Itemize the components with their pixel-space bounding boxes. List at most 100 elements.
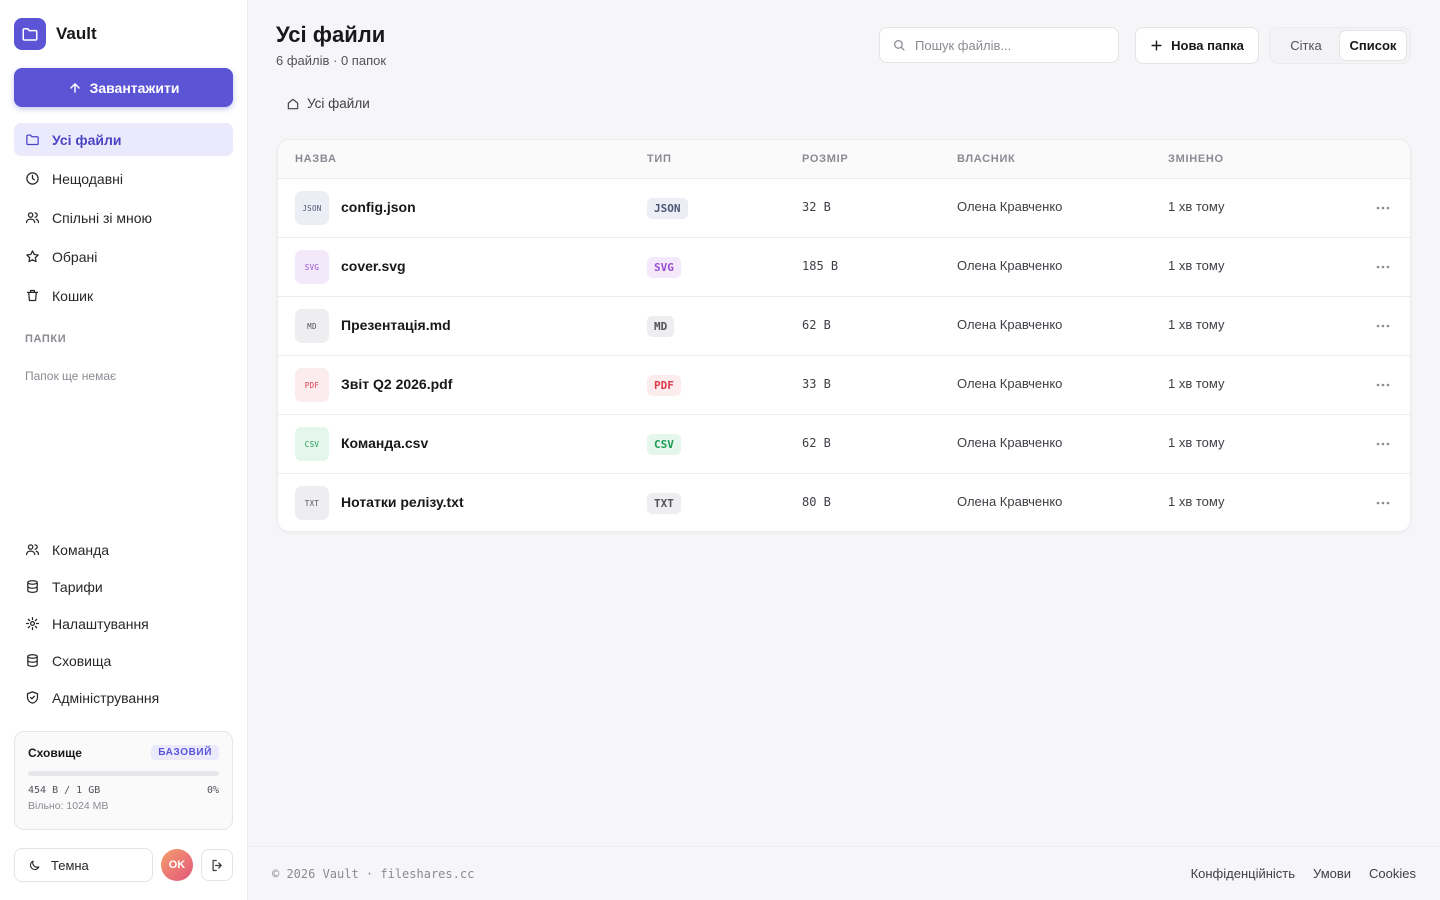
- upload-label: Завантажити: [89, 79, 180, 96]
- table-row[interactable]: JSON config.json JSON 32 B Олена Кравчен…: [278, 179, 1410, 238]
- nav-item-starred[interactable]: Обрані: [14, 240, 233, 273]
- table-row[interactable]: MD Презентація.md MD 62 B Олена Кравченк…: [278, 297, 1410, 356]
- gear-icon: [25, 616, 40, 631]
- nav-item-settings[interactable]: Налаштування: [14, 608, 233, 639]
- column-owner[interactable]: ВЛАСНИК: [957, 153, 1015, 165]
- more-horizontal-icon: [1376, 265, 1390, 269]
- type-badge: MD: [647, 316, 675, 337]
- nav-label: Команда: [52, 541, 110, 558]
- table-row[interactable]: CSV Команда.csv CSV 62 B Олена Кравченко…: [278, 415, 1410, 474]
- file-type-icon: MD: [295, 309, 329, 343]
- file-type-icon: CSV: [295, 427, 329, 461]
- type-badge: JSON: [647, 198, 688, 219]
- storage-progress-bar: [28, 771, 219, 776]
- more-actions-button[interactable]: [1366, 493, 1400, 513]
- file-name[interactable]: config.json: [341, 199, 416, 215]
- logout-icon: [212, 859, 222, 871]
- nav-item-shared[interactable]: Спільні зі мною: [14, 201, 233, 234]
- database-icon: [27, 654, 38, 667]
- type-badge: CSV: [647, 434, 681, 455]
- secondary-nav: Команда Тарифи Налаштування Сховища Адмі…: [14, 534, 233, 719]
- nav-item-all-files[interactable]: Усі файли: [14, 123, 233, 156]
- clock-icon: [26, 172, 39, 185]
- file-size: 62 B: [802, 318, 831, 332]
- file-modified: 1 хв тому: [1168, 435, 1225, 450]
- column-type[interactable]: ТИП: [647, 153, 672, 165]
- column-name[interactable]: НАЗВА: [295, 153, 337, 165]
- file-modified: 1 хв тому: [1168, 258, 1225, 273]
- more-actions-button[interactable]: [1366, 198, 1400, 218]
- type-badge: SVG: [647, 257, 681, 278]
- file-modified: 1 хв тому: [1168, 376, 1225, 391]
- file-type-icon: SVG: [295, 250, 329, 284]
- type-badge: TXT: [647, 493, 681, 514]
- nav-label: Адміністрування: [52, 689, 160, 706]
- file-owner: Олена Кравченко: [957, 258, 1063, 273]
- table-row[interactable]: PDF Звіт Q2 2026.pdf PDF 33 B Олена Крав…: [278, 356, 1410, 415]
- file-name[interactable]: Нотатки релізу.txt: [341, 494, 464, 510]
- more-horizontal-icon: [1376, 442, 1390, 446]
- search-box[interactable]: [879, 27, 1119, 63]
- file-owner: Олена Кравченко: [957, 494, 1063, 509]
- trash-icon: [26, 289, 39, 302]
- logout-button[interactable]: [201, 849, 233, 881]
- file-name[interactable]: Звіт Q2 2026.pdf: [341, 376, 452, 392]
- avatar[interactable]: OK: [161, 849, 193, 881]
- new-folder-label: Нова папка: [1171, 38, 1244, 53]
- upload-button[interactable]: Завантажити: [14, 68, 233, 107]
- more-actions-button[interactable]: [1366, 375, 1400, 395]
- more-actions-button[interactable]: [1366, 257, 1400, 277]
- footer-link-cookies[interactable]: Cookies: [1369, 866, 1416, 881]
- more-actions-button[interactable]: [1366, 316, 1400, 336]
- file-type-icon: TXT: [295, 486, 329, 520]
- breadcrumb: Усі файли: [286, 96, 370, 111]
- file-size: 185 B: [802, 259, 839, 273]
- arrow-up-icon: [69, 82, 80, 93]
- users-icon: [25, 544, 40, 556]
- nav-label: Нещодавні: [52, 170, 123, 187]
- file-size: 33 B: [802, 377, 831, 391]
- plus-icon: [1151, 40, 1162, 51]
- moon-icon: [29, 860, 40, 870]
- view-list-option[interactable]: Список: [1339, 30, 1407, 61]
- page-title: Усі файли: [276, 22, 386, 47]
- file-size: 62 B: [802, 436, 831, 450]
- file-owner: Олена Кравченко: [957, 199, 1063, 214]
- column-size[interactable]: РОЗМІР: [802, 153, 848, 165]
- nav-item-storages[interactable]: Сховища: [14, 645, 233, 676]
- nav-item-trash[interactable]: Кошик: [14, 279, 233, 312]
- nav-item-team[interactable]: Команда: [14, 534, 233, 565]
- more-horizontal-icon: [1376, 324, 1390, 328]
- footer: © 2026 Vault · fileshares.cc Конфіденцій…: [248, 846, 1440, 900]
- file-size: 80 B: [802, 495, 831, 509]
- brand[interactable]: Vault: [14, 18, 97, 50]
- file-modified: 1 хв тому: [1168, 199, 1225, 214]
- folders-section-label: ПАПКИ: [25, 333, 67, 345]
- file-owner: Олена Кравченко: [957, 376, 1063, 391]
- table-row[interactable]: TXT Нотатки релізу.txt TXT 80 B Олена Кр…: [278, 474, 1410, 531]
- new-folder-button[interactable]: Нова папка: [1135, 27, 1259, 64]
- file-name[interactable]: cover.svg: [341, 258, 406, 274]
- nav-item-pricing[interactable]: Тарифи: [14, 571, 233, 602]
- more-actions-button[interactable]: [1366, 434, 1400, 454]
- file-name[interactable]: Презентація.md: [341, 317, 451, 333]
- theme-toggle-button[interactable]: Темна: [14, 848, 153, 882]
- search-input[interactable]: [915, 37, 1105, 53]
- nav-label: Сховища: [52, 652, 112, 669]
- main-nav: Усі файли Нещодавні Спільні зі мною Обра…: [14, 123, 233, 318]
- footer-link-terms[interactable]: Умови: [1313, 866, 1351, 881]
- file-owner: Олена Кравченко: [957, 317, 1063, 332]
- breadcrumb-item[interactable]: Усі файли: [307, 96, 370, 111]
- nav-item-admin[interactable]: Адміністрування: [14, 682, 233, 713]
- plan-badge[interactable]: БАЗОВИЙ: [151, 745, 219, 760]
- file-size: 32 B: [802, 200, 831, 214]
- table-row[interactable]: SVG cover.svg SVG 185 B Олена Кравченко …: [278, 238, 1410, 297]
- column-modified[interactable]: ЗМІНЕНО: [1168, 153, 1224, 165]
- file-name[interactable]: Команда.csv: [341, 435, 428, 451]
- file-modified: 1 хв тому: [1168, 494, 1225, 509]
- database-icon: [27, 580, 38, 593]
- file-type-icon: JSON: [295, 191, 329, 225]
- nav-item-recent[interactable]: Нещодавні: [14, 162, 233, 195]
- view-grid-option[interactable]: Сітка: [1273, 30, 1339, 61]
- footer-link-privacy[interactable]: Конфіденційність: [1191, 866, 1295, 881]
